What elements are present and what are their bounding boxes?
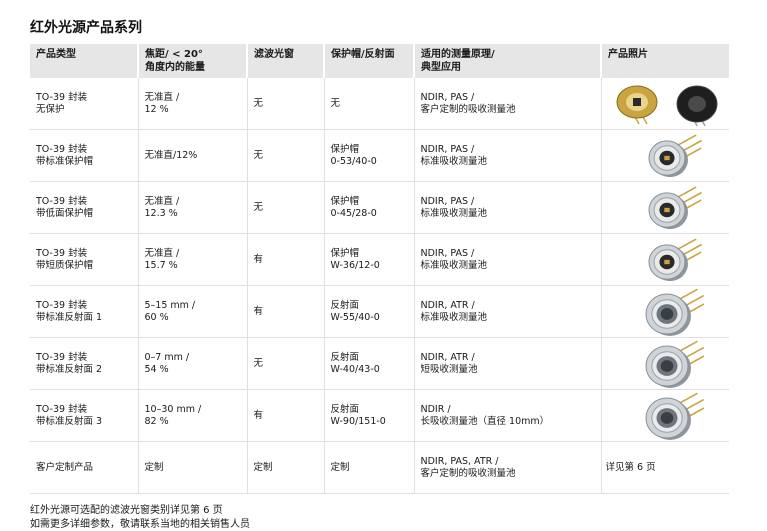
cell-focus-energy: 5–15 mm /60 % [138,285,248,338]
reflector-3-source-image [601,389,729,442]
cell-product-type: TO-39 封装 带短质保护帽 [30,233,139,286]
cell-application: NDIR / 长吸收测量池（直径 10mm） [414,389,602,442]
cell-filter-window: 无 [247,78,325,130]
cell-product-type: TO-39 封装 无保护 [30,78,139,130]
page-title: 红外光源产品系列 [30,20,142,36]
two-open-to39-sources-image [601,78,729,130]
header-application: 适用的测量原理/典型应用 [414,44,602,78]
cell-application: NDIR, PAS, ATR / 客户定制的吸收测量池 [414,441,602,494]
capped-to39-source-image [601,129,729,182]
table-row: TO-39 封装 带短质保护帽 无准直 /15.7 % 有保护帽 W-36/12-0 ND… [30,233,729,286]
table-row: TO-39 封装 带标准反射面 3 10–30 mm /82 % 有反射面 W-90/1… [30,389,729,442]
cell-filter-window: 有 [247,233,325,286]
cell-focus-energy: 无准直/12% [138,129,248,182]
cell-application: NDIR, ATR / 标准吸收测量池 [414,285,602,338]
cell-filter-window: 无 [247,181,325,234]
footnote-contact-sales: 如需更多详细参数，敬请联系当地的相关销售人员 [30,519,250,530]
cell-application: NDIR, ATR / 短吸收测量池 [414,337,602,390]
cell-cap-reflector: 保护帽 0-45/28-0 [324,181,415,234]
cell-cap-reflector: 定制 [324,441,415,494]
cell-cap-reflector: 保护帽 0-53/40-0 [324,129,415,182]
header-product-type: 产品类型 [30,44,139,78]
table-row: TO-39 封装 带标准反射面 1 5–15 mm /60 % 有反射面 W-55/40… [30,285,729,338]
cell-focus-energy: 无准直 /15.7 % [138,233,248,286]
cell-filter-window: 定制 [247,441,325,494]
cell-product-type: TO-39 封装 带标准反射面 3 [30,389,139,442]
table-header-row: 产品类型 焦距/ < 20° 角度内的能量 滤波光窗 保护帽/反射面 适用的测量原… [30,44,729,78]
reflector-2-source-image [601,337,729,390]
cell-application: NDIR, PAS / 客户定制的吸收测量池 [414,78,602,130]
cell-cap-reflector: 反射面 W-40/43-0 [324,337,415,390]
cell-filter-window: 无 [247,337,325,390]
short-cap-to39-source-image [601,233,729,286]
header-photo: 产品照片 [601,44,729,78]
cell-product-type: TO-39 封装 带标准保护帽 [30,129,139,182]
table-row: TO-39 封装 带低面保护帽 无准直 /12.3 % 无保护帽 0-45/28-0 ND… [30,181,729,234]
cell-photo-reference: 详见第 6 页 [601,441,729,494]
cell-application: NDIR, PAS / 标准吸收测量池 [414,233,602,286]
cell-product-type: TO-39 封装 带标准反射面 2 [30,337,139,390]
cell-cap-reflector: 反射面 W-90/151-0 [324,389,415,442]
cell-focus-energy: 定制 [138,441,248,494]
table-row: TO-39 封装 带标准保护帽 无准直/12% 无保护帽 0-53/40-0 NDIR, … [30,129,729,182]
reflector-1-source-image [601,285,729,338]
low-cap-to39-source-image [601,181,729,234]
cell-focus-energy: 10–30 mm /82 % [138,389,248,442]
cell-focus-energy: 无准直 /12 % [138,78,248,130]
header-filter-window: 滤波光窗 [247,44,325,78]
header-cap-reflector: 保护帽/反射面 [324,44,415,78]
cell-focus-energy: 无准直 /12.3 % [138,181,248,234]
cell-cap-reflector: 无 [324,78,415,130]
cell-application: NDIR, PAS / 标准吸收测量池 [414,129,602,182]
table-row: TO-39 封装 无保护 无准直 /12 % 无无 NDIR, PAS / 客户定制的吸收… [30,78,729,130]
cell-product-type: TO-39 封装 带低面保护帽 [30,181,139,234]
footnote-filter-window: 红外光源可选配的滤波光窗类别详见第 6 页 [30,505,223,516]
cell-application: NDIR, PAS / 标准吸收测量池 [414,181,602,234]
cell-product-type: 客户定制产品 [30,441,139,494]
cell-filter-window: 无 [247,129,325,182]
cell-cap-reflector: 反射面 W-55/40-0 [324,285,415,338]
cell-cap-reflector: 保护帽 W-36/12-0 [324,233,415,286]
table-row: 客户定制产品 定制 定制 定制 NDIR, PAS, ATR / 客户定制的吸收测量池 详见… [30,441,729,494]
cell-product-type: TO-39 封装 带标准反射面 1 [30,285,139,338]
header-focus-energy: 焦距/ < 20° 角度内的能量 [138,44,248,78]
cell-focus-energy: 0–7 mm /54 % [138,337,248,390]
product-table: 产品类型 焦距/ < 20° 角度内的能量 滤波光窗 保护帽/反射面 适用的测量原… [30,44,729,494]
cell-filter-window: 有 [247,285,325,338]
cell-filter-window: 有 [247,389,325,442]
table-row: TO-39 封装 带标准反射面 2 0–7 mm /54 % 无反射面 W-40/43-… [30,337,729,390]
